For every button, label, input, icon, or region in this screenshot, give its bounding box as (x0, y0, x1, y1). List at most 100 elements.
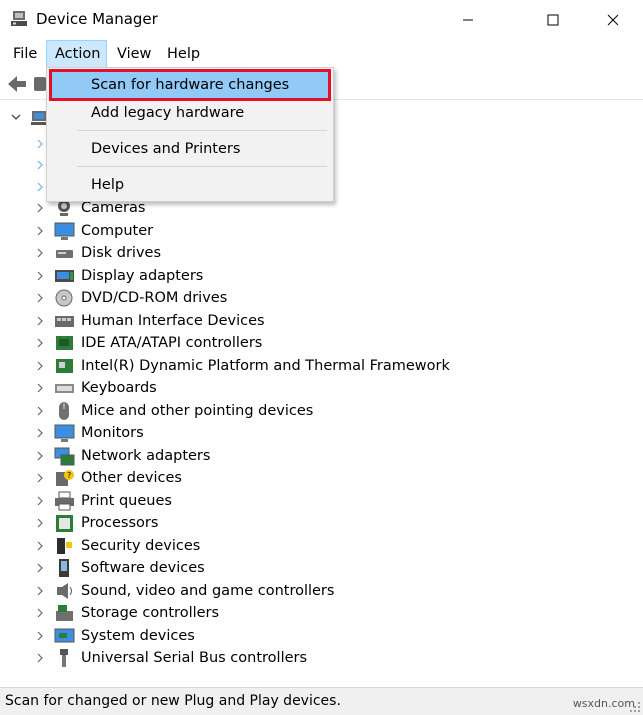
chevron-right-icon[interactable] (35, 427, 45, 439)
close-button[interactable] (585, 0, 641, 40)
svg-text:?: ? (67, 471, 71, 480)
chevron-right-icon[interactable] (35, 337, 45, 349)
tree-category-software-devices[interactable]: Software devices (0, 557, 643, 580)
other-devices-icon: ? (56, 470, 74, 486)
tree-category-label: Other devices (81, 470, 182, 486)
chevron-right-icon[interactable] (35, 202, 45, 214)
tree-category-monitors[interactable]: Monitors (0, 422, 643, 445)
tree-category-label: Human Interface Devices (81, 312, 265, 329)
watermark: wsxdn.com (572, 697, 635, 710)
menu-separator (77, 166, 327, 167)
back-arrow-icon[interactable] (6, 73, 28, 95)
chevron-right-icon[interactable] (35, 517, 45, 529)
tree-category-label: Software devices (81, 560, 205, 576)
ide-controller-icon (56, 336, 73, 350)
chevron-right-icon[interactable] (35, 652, 45, 664)
chevron-right-icon[interactable] (35, 270, 45, 282)
chevron-down-icon[interactable] (10, 111, 22, 123)
chevron-right-icon[interactable] (35, 382, 45, 394)
tree-category-intel-r-dynamic-platform-and-thermal-framework[interactable]: Intel(R) Dynamic Platform and Thermal Fr… (0, 355, 643, 378)
tree-category-processors[interactable]: Processors (0, 512, 643, 535)
chevron-right-icon[interactable] (35, 292, 45, 304)
tree-category-dvd-cd-rom-drives[interactable]: DVD/CD-ROM drives (0, 287, 643, 310)
chevron-right-icon[interactable] (35, 562, 45, 574)
chevron-right-icon[interactable] (35, 472, 45, 484)
tree-category-label: Display adapters (81, 267, 204, 284)
system-devices-icon (54, 628, 75, 642)
sound-icon (57, 582, 72, 599)
thermal-framework-icon (56, 358, 73, 373)
hid-icon (55, 315, 74, 327)
security-device-icon (57, 537, 72, 554)
tree-category-display-adapters[interactable]: Display adapters (0, 265, 643, 288)
software-device-icon (59, 559, 69, 577)
tree-category-disk-drives[interactable]: Disk drives (0, 242, 643, 265)
tree-category-sound-video-and-game-controllers[interactable]: Sound, video and game controllers (0, 580, 643, 603)
menu-item-add-legacy-hardware[interactable]: Add legacy hardware (49, 99, 331, 127)
chevron-right-icon[interactable] (35, 495, 45, 507)
keyboard-icon (55, 384, 74, 393)
tree-category-label: IDE ATA/ATAPI controllers (81, 335, 263, 351)
menu-view[interactable]: View (109, 40, 159, 68)
tree-category-universal-serial-bus-controllers[interactable]: Universal Serial Bus controllers (0, 647, 643, 670)
chevron-right-icon[interactable] (35, 138, 45, 150)
tree-category-label: Print queues (81, 492, 172, 509)
chevron-right-icon[interactable] (35, 159, 45, 171)
chevron-right-icon[interactable] (35, 540, 45, 552)
tree-category-mice-and-other-pointing-devices[interactable]: Mice and other pointing devices (0, 400, 643, 423)
storage-controller-icon (56, 605, 73, 621)
chevron-right-icon[interactable] (35, 247, 45, 259)
usb-icon (60, 649, 68, 667)
dvd-drive-icon (55, 289, 73, 307)
tree-category-label: Keyboards (81, 380, 157, 396)
toolbar-button-icon[interactable] (34, 77, 46, 91)
tree-category-label: Storage controllers (81, 605, 220, 621)
maximize-button[interactable] (525, 0, 581, 40)
tree-category-label: DVD/CD-ROM drives (81, 290, 228, 306)
status-bar: Scan for changed or new Plug and Play de… (0, 687, 643, 715)
title-bar: Device Manager (0, 0, 643, 40)
chevron-right-icon[interactable] (35, 607, 45, 619)
tree-category-label: Computer (81, 222, 154, 239)
minimize-button[interactable] (440, 0, 496, 40)
display-adapter-icon (55, 269, 74, 282)
tree-category-storage-controllers[interactable]: Storage controllers (0, 602, 643, 625)
status-text: Scan for changed or new Plug and Play de… (5, 693, 341, 709)
tree-category-system-devices[interactable]: System devices (0, 625, 643, 648)
menu-item-help[interactable]: Help (49, 171, 331, 199)
tree-category-keyboards[interactable]: Keyboards (0, 377, 643, 400)
tree-category-other-devices[interactable]: ? Other devices (0, 467, 643, 490)
tree-category-computer[interactable]: Computer (0, 220, 643, 243)
maximize-icon (547, 14, 559, 26)
tree-category-network-adapters[interactable]: Network adapters (0, 445, 643, 468)
menu-file[interactable]: File (5, 40, 45, 68)
chevron-right-icon[interactable] (35, 450, 45, 462)
chevron-right-icon[interactable] (35, 405, 45, 417)
tree-category-label: Disk drives (81, 245, 162, 261)
menu-help[interactable]: Help (159, 40, 208, 68)
menu-item-devices-printers[interactable]: Devices and Printers (49, 135, 331, 163)
chevron-right-icon[interactable] (35, 630, 45, 642)
tree-category-label: Network adapters (81, 447, 211, 464)
tree-category-label: Universal Serial Bus controllers (81, 650, 308, 666)
menu-action[interactable]: Action (46, 40, 107, 68)
tree-category-ide-ata-atapi-controllers[interactable]: IDE ATA/ATAPI controllers (0, 332, 643, 355)
tree-category-security-devices[interactable]: Security devices (0, 535, 643, 558)
tree-category-label: Monitors (81, 425, 144, 441)
close-icon (607, 14, 619, 26)
chevron-right-icon[interactable] (35, 181, 45, 193)
menu-bar: File Action View Help (0, 40, 643, 68)
chevron-right-icon[interactable] (35, 225, 45, 237)
tree-category-label: Mice and other pointing devices (81, 402, 314, 419)
mouse-icon (59, 401, 69, 420)
tree-category-human-interface-devices[interactable]: Human Interface Devices (0, 310, 643, 333)
menu-item-scan-hardware[interactable]: Scan for hardware changes (49, 71, 331, 99)
chevron-right-icon[interactable] (35, 315, 45, 327)
chevron-right-icon[interactable] (35, 360, 45, 372)
chevron-right-icon[interactable] (35, 585, 45, 597)
tree-category-print-queues[interactable]: Print queues (0, 490, 643, 513)
action-dropdown-menu: Scan for hardware changes Add legacy har… (46, 67, 334, 202)
resize-grip-icon[interactable] (629, 701, 641, 713)
tree-category-label: Processors (81, 515, 159, 531)
tree-category-label: Sound, video and game controllers (81, 582, 335, 599)
